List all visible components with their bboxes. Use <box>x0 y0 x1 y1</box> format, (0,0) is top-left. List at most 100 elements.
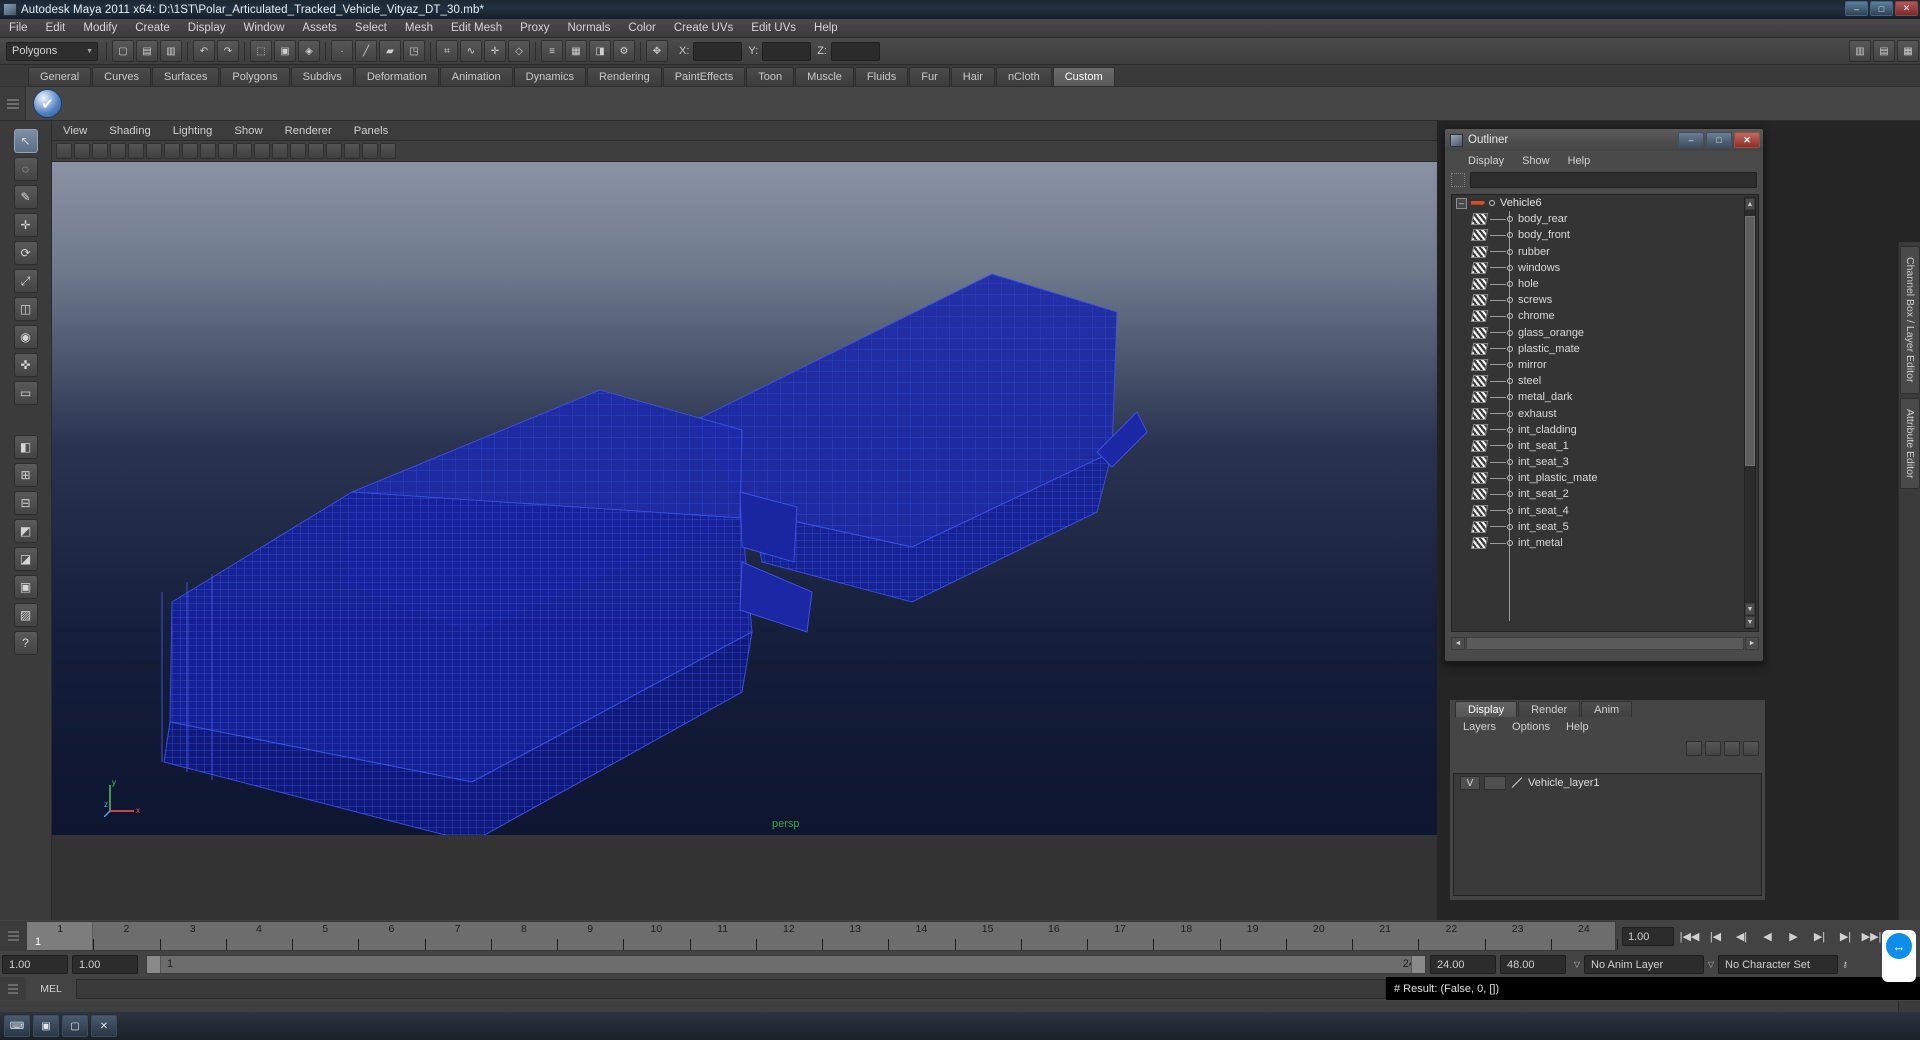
menu-item-display[interactable]: Display <box>179 19 235 38</box>
layer-tab-display[interactable]: Display <box>1455 701 1517 717</box>
outliner-item-hole[interactable]: hole <box>1452 276 1758 292</box>
menu-item-help[interactable]: Help <box>805 19 847 38</box>
outliner-item-mirror[interactable]: mirror <box>1452 357 1758 373</box>
layer-tab-anim[interactable]: Anim <box>1581 701 1632 717</box>
shelf-tab-fluids[interactable]: Fluids <box>855 67 908 86</box>
viewport-menu-panels[interactable]: Panels <box>343 121 400 141</box>
outliner-item-rubber[interactable]: rubber <box>1452 244 1758 260</box>
taskbar-window-icon-2[interactable]: ▢ <box>62 1015 88 1037</box>
outliner-item-chrome[interactable]: chrome <box>1452 308 1758 324</box>
outliner-item-int_seat_5[interactable]: int_seat_5 <box>1452 519 1758 535</box>
tab-attribute-editor[interactable]: Attribute Editor <box>1900 398 1920 489</box>
layer-menu-layers[interactable]: Layers <box>1455 721 1504 733</box>
outliner-expand-toggle[interactable]: – <box>1456 198 1467 209</box>
viewport-lighting-icon[interactable] <box>218 143 234 159</box>
range-handle-right[interactable] <box>1411 956 1425 973</box>
menu-item-mesh[interactable]: Mesh <box>396 19 442 38</box>
layer-playback-toggle[interactable] <box>1484 776 1506 790</box>
shelf-tab-curves[interactable]: Curves <box>92 67 151 86</box>
redo-icon[interactable]: ↷ <box>217 40 239 62</box>
menu-item-normals[interactable]: Normals <box>559 19 620 38</box>
outliner-item-int_seat_4[interactable]: int_seat_4 <box>1452 503 1758 519</box>
selection-mode-dropdown[interactable]: Polygons ▼ <box>6 42 98 61</box>
layer-visibility-toggle[interactable]: V <box>1460 776 1480 790</box>
layer-list[interactable]: V Vehicle_layer1 <box>1453 773 1762 896</box>
shelf-tab-toon[interactable]: Toon <box>746 67 794 86</box>
step-forward-key-button[interactable]: ▶| <box>1835 926 1856 946</box>
viewport-two-sided-lighting-icon[interactable] <box>146 143 162 159</box>
viewport-menu-show[interactable]: Show <box>223 121 273 141</box>
show-layer-editor-icon[interactable]: ▤ <box>1873 40 1895 62</box>
menu-item-assets[interactable]: Assets <box>293 19 346 38</box>
outliner-hscroll-right-button[interactable]: ► <box>1745 637 1759 650</box>
move-tool-icon[interactable]: ✛ <box>14 213 38 237</box>
menu-item-edit-uvs[interactable]: Edit UVs <box>742 19 805 38</box>
viewport-bookmark-icon[interactable] <box>110 143 126 159</box>
render-current-frame-icon[interactable]: ▦ <box>565 40 587 62</box>
shelf-custom-check-icon[interactable]: ✔ <box>33 89 62 118</box>
shelf-tab-rendering[interactable]: Rendering <box>587 67 662 86</box>
viewport-menu-lighting[interactable]: Lighting <box>162 121 224 141</box>
step-forward-frame-button[interactable]: ▶| <box>1809 926 1830 946</box>
shelf-tab-deformation[interactable]: Deformation <box>355 67 439 86</box>
layer-name-label[interactable]: Vehicle_layer1 <box>1528 777 1600 789</box>
shelf-tab-polygons[interactable]: Polygons <box>220 67 289 86</box>
construction-history-icon[interactable]: ≡ <box>541 40 563 62</box>
window-maximize-button[interactable]: □ <box>1870 1 1893 16</box>
menu-item-edit-mesh[interactable]: Edit Mesh <box>442 19 511 38</box>
playback-start-time-field[interactable]: 1.00 <box>72 955 138 974</box>
open-scene-icon[interactable]: ▤ <box>136 40 158 62</box>
outliner-minimize-button[interactable]: – <box>1678 132 1704 148</box>
viewport-grid-toggle-icon[interactable] <box>308 143 324 159</box>
menu-item-create-uvs[interactable]: Create UVs <box>665 19 742 38</box>
menu-item-select[interactable]: Select <box>346 19 396 38</box>
viewport-exposure-icon[interactable] <box>362 143 378 159</box>
shelf-tab-fur[interactable]: Fur <box>909 67 950 86</box>
outliner-item-int_seat_3[interactable]: int_seat_3 <box>1452 454 1758 470</box>
show-manipulator-icon[interactable]: ✜ <box>14 353 38 377</box>
ipr-render-icon[interactable]: ◨ <box>589 40 611 62</box>
create-empty-layer-icon[interactable] <box>1686 741 1702 756</box>
shelf-tab-animation[interactable]: Animation <box>440 67 513 86</box>
viewport-xray-joints-icon[interactable] <box>272 143 288 159</box>
layout-two-pane-icon[interactable]: ⊟ <box>14 491 38 515</box>
tab-channel-box-layer-editor[interactable]: Channel Box / Layer Editor <box>1900 246 1920 394</box>
outliner-item-screws[interactable]: screws <box>1452 292 1758 308</box>
range-slider-bar[interactable]: 1 24 <box>146 955 1426 974</box>
last-tool-icon[interactable]: ▭ <box>14 381 38 405</box>
layout-outliner-persp-icon[interactable]: ◩ <box>14 519 38 543</box>
outliner-maximize-button[interactable]: □ <box>1706 132 1732 148</box>
scale-tool-icon[interactable]: ⤢ <box>14 269 38 293</box>
layer-tab-render[interactable]: Render <box>1518 701 1580 717</box>
snap-grid-icon[interactable]: ⌗ <box>436 40 458 62</box>
show-attribute-editor-icon[interactable]: ▦ <box>1897 40 1919 62</box>
undo-icon[interactable]: ↶ <box>193 40 215 62</box>
auto-key-icon[interactable]: ⚷ <box>1838 960 1852 969</box>
component-vertex-icon[interactable]: · <box>331 40 353 62</box>
anim-layer-chevron-icon[interactable]: ▽ <box>1570 960 1584 969</box>
animation-start-time-field[interactable]: 1.00 <box>2 955 68 974</box>
layout-hypergraph-icon[interactable]: ◪ <box>14 547 38 571</box>
layout-single-icon[interactable]: ◧ <box>14 435 38 459</box>
outliner-tree[interactable]: ▲ ▼ ▼ –Vehicle6body_rearbody_frontrubber… <box>1451 194 1759 632</box>
step-back-key-button[interactable]: |◀ <box>1705 926 1726 946</box>
viewport-film-gate-icon[interactable] <box>326 143 342 159</box>
teamviewer-widget[interactable]: ↔ <box>1882 930 1916 982</box>
z-input[interactable] <box>831 42 880 61</box>
select-by-hierarchy-icon[interactable]: ⬚ <box>250 40 272 62</box>
component-uv-icon[interactable]: ◳ <box>403 40 425 62</box>
layout-four-view-icon[interactable]: ⊞ <box>14 463 38 487</box>
menu-item-create[interactable]: Create <box>126 19 179 38</box>
snap-point-icon[interactable]: ✛ <box>484 40 506 62</box>
go-to-start-button[interactable]: |◀◀ <box>1679 926 1700 946</box>
component-edge-icon[interactable]: ╱ <box>355 40 377 62</box>
menu-item-proxy[interactable]: Proxy <box>511 19 558 38</box>
y-input[interactable] <box>762 42 811 61</box>
component-face-icon[interactable]: ▰ <box>379 40 401 62</box>
shelf-tab-surfaces[interactable]: Surfaces <box>152 67 219 86</box>
layer-color-swatch-icon[interactable] <box>1510 776 1524 790</box>
show-channel-box-icon[interactable]: ▥ <box>1849 40 1871 62</box>
viewport-lock-camera-icon[interactable] <box>74 143 90 159</box>
paint-select-tool-icon[interactable]: ✎ <box>14 185 38 209</box>
outliner-item-int_cladding[interactable]: int_cladding <box>1452 422 1758 438</box>
